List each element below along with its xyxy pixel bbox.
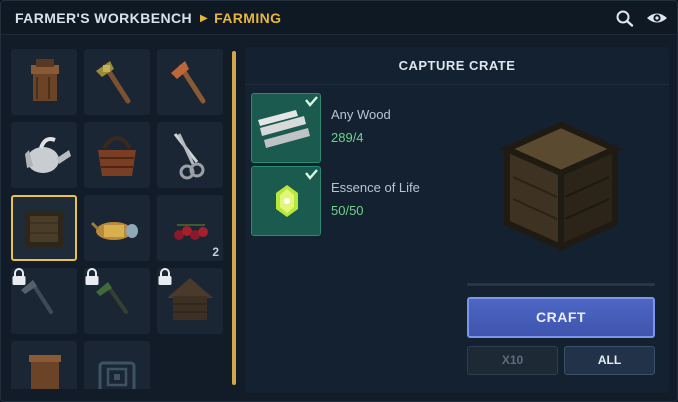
craft-x10-button[interactable]: X10 [467, 346, 558, 375]
ingredient-quantity: 50/50 [331, 203, 364, 218]
wooden-post-icon [31, 59, 59, 101]
recipe-slot-birdhouse[interactable] [157, 268, 223, 334]
wood-planks-icon [258, 96, 318, 148]
recipe-slot-capture-crate[interactable] [11, 195, 77, 261]
craft-all-button[interactable]: ALL [564, 346, 655, 375]
ingredient-quantity: 289/4 [331, 130, 364, 145]
eye-icon[interactable] [646, 9, 668, 27]
search-icon[interactable] [615, 9, 635, 27]
crate-icon [25, 211, 63, 247]
recipe-slot-wooden-post[interactable] [11, 49, 77, 115]
lock-icon [158, 268, 172, 285]
recipe-slot-iron-hoe[interactable] [11, 268, 77, 334]
recipe-slot-basket[interactable] [84, 122, 150, 188]
header-bar: FARMER'S WORKBENCH ▶ FARMING [1, 1, 677, 35]
watering-can-icon [25, 137, 71, 173]
workbench-panel: FARMER'S WORKBENCH ▶ FARMING 2 CAPTURE C… [0, 0, 678, 402]
divider [467, 283, 655, 286]
wooden-box-icon [29, 355, 61, 389]
hoe-icon [96, 61, 131, 104]
recipe-detail-panel: CAPTURE CRATE Any Wood 289/4 Essence of … [245, 47, 669, 393]
recipe-slot-shears[interactable] [157, 122, 223, 188]
stone-plate-icon [98, 361, 136, 389]
hoe-icon [171, 61, 206, 104]
recipe-slot-bronze-hoe[interactable] [84, 49, 150, 115]
craft-button[interactable]: CRAFT [467, 297, 655, 338]
recipe-slot-watering-can[interactable] [11, 122, 77, 188]
recipe-slot-green-hoe[interactable] [84, 268, 150, 334]
ingredient-name: Essence of Life [331, 180, 420, 195]
recipe-slot-stone-plate[interactable] [84, 341, 150, 389]
ingredient-slot-any-wood[interactable] [251, 93, 321, 163]
seed-spreader-icon [90, 221, 138, 240]
ingredient-name: Any Wood [331, 107, 391, 122]
recipe-slot-wooden-box[interactable] [11, 341, 77, 389]
recipe-title: CAPTURE CRATE [245, 47, 669, 85]
recipe-slot-copper-hoe[interactable] [157, 49, 223, 115]
breadcrumb-category: FARMING [214, 10, 282, 26]
shears-icon [173, 133, 205, 180]
result-preview [491, 111, 631, 261]
recipe-grid: 2 [7, 45, 229, 389]
item-count: 2 [212, 245, 219, 259]
breadcrumb-workbench[interactable]: FARMER'S WORKBENCH [15, 10, 192, 26]
recipe-slot-seed-spreader[interactable] [84, 195, 150, 261]
breadcrumb: FARMER'S WORKBENCH ▶ FARMING [15, 10, 281, 26]
ingredient-slot-essence-of-life[interactable] [251, 166, 321, 236]
recipe-slot-berries[interactable]: 2 [157, 195, 223, 261]
recipe-scrollbar[interactable] [232, 51, 236, 385]
essence-crystal-icon [276, 169, 318, 217]
lock-icon [85, 268, 99, 285]
lock-icon [12, 268, 26, 285]
play-triangle-icon: ▶ [199, 12, 209, 24]
basket-icon [98, 136, 136, 176]
crate-icon [499, 121, 623, 252]
